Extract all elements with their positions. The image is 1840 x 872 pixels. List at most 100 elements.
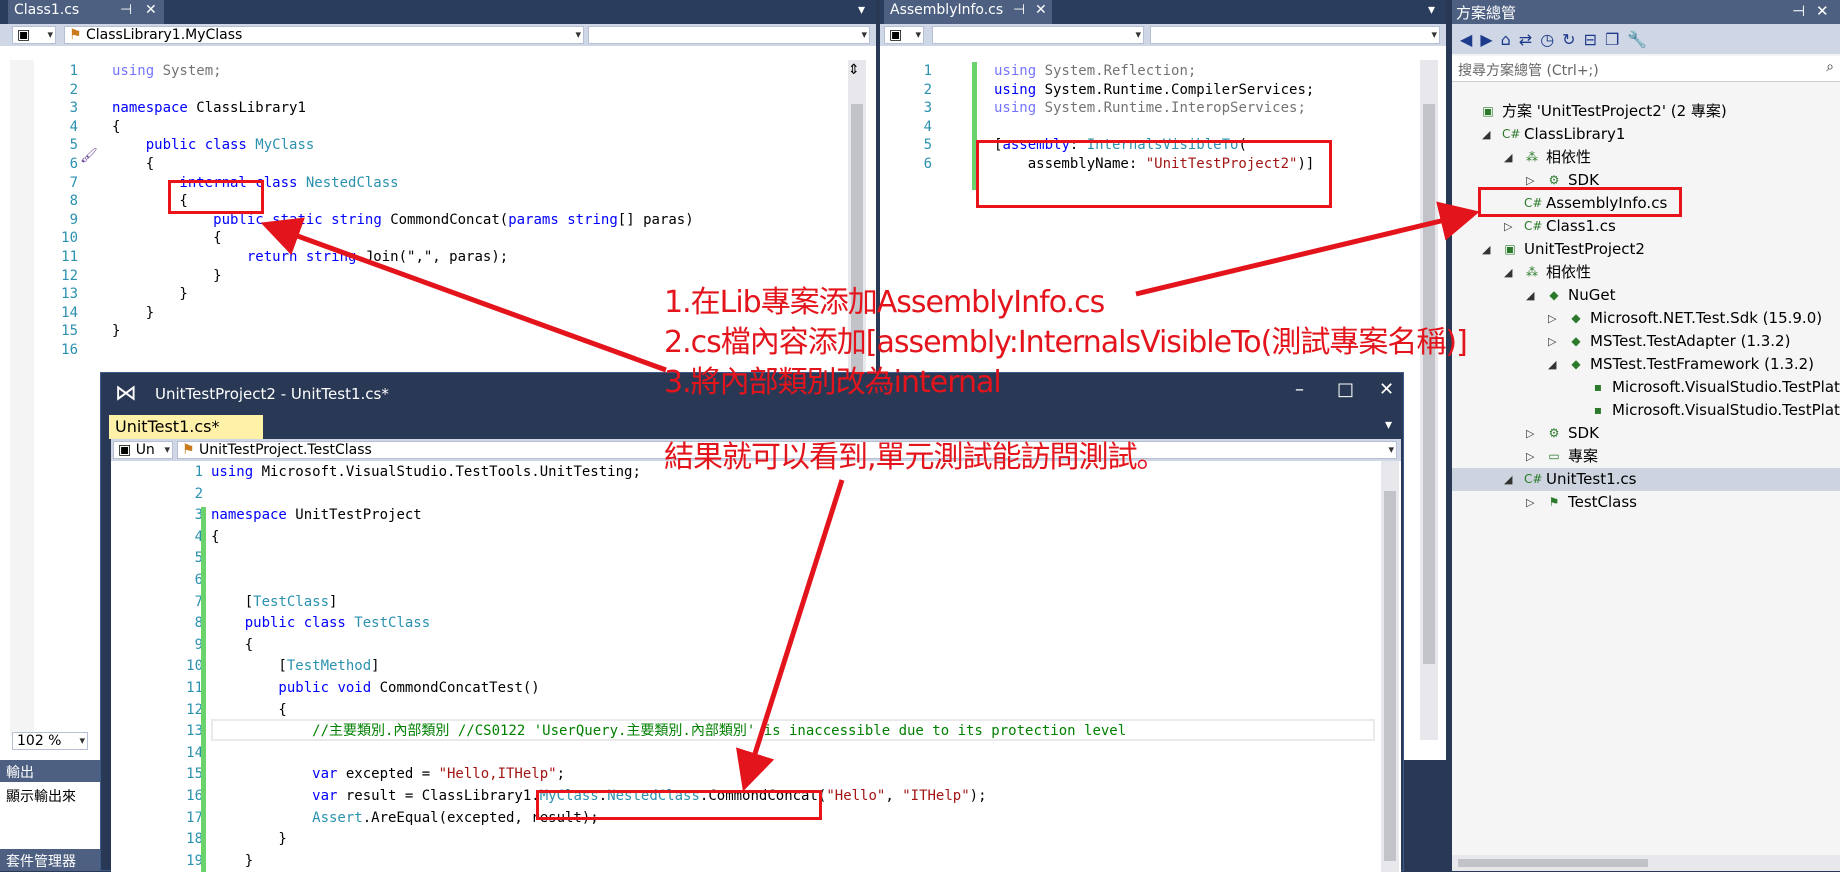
tree-item[interactable]: ◢ ▣ UnitTestProject2 — [1452, 238, 1840, 261]
close-icon[interactable]: ✕ — [1035, 2, 1047, 18]
project-combo[interactable]: ▣ — [884, 26, 924, 44]
tree-item[interactable]: ◢ C# UnitTest1.cs — [1452, 468, 1840, 491]
left-breakpoint-margin[interactable] — [10, 60, 34, 736]
tree-expander-icon[interactable]: ◢ — [1482, 123, 1490, 146]
member-combo[interactable] — [1150, 26, 1440, 44]
tree-item[interactable]: C# AssemblyInfo.cs — [1452, 192, 1840, 215]
tree-item[interactable]: ▷ ⚙ SDK — [1452, 169, 1840, 192]
close-icon[interactable]: ✕ — [1379, 379, 1394, 400]
float-vertical-scrollbar[interactable] — [1381, 461, 1399, 872]
code-line[interactable]: var result = ClassLibrary1.MyClass.Neste… — [211, 785, 986, 807]
code-line[interactable]: { — [211, 634, 253, 656]
code-line[interactable]: //主要類別.內部類別 //CS0122 'UserQuery.主要類別.內部類… — [211, 720, 1126, 742]
pin-icon[interactable]: ⊣ — [1013, 2, 1025, 18]
code-line[interactable]: { — [211, 526, 219, 548]
home-icon[interactable]: ⌂ — [1501, 30, 1519, 49]
code-line[interactable]: } — [112, 320, 120, 342]
search-icon[interactable]: ⌕ — [1826, 59, 1834, 75]
code-line[interactable]: public void CommondConcatTest() — [211, 677, 539, 699]
tab-assemblyinfo-cs[interactable]: AssemblyInfo.cs — [884, 0, 1052, 24]
package-manager-tab[interactable]: 套件管理器 — [0, 849, 100, 871]
pin-icon[interactable]: ⊣ — [1792, 2, 1805, 20]
line-number: 2 — [194, 485, 203, 502]
tree-item[interactable]: ▪ Microsoft.VisualStudio.TestPlatform — [1452, 399, 1840, 422]
history-icon[interactable]: ◷ — [1540, 30, 1562, 49]
tree-item[interactable]: ◢ C# ClassLibrary1 — [1452, 123, 1840, 146]
chevron-down-icon[interactable]: ▾ — [1385, 417, 1392, 433]
tree-item[interactable]: ▪ Microsoft.VisualStudio.TestPlatform — [1452, 376, 1840, 399]
code-line[interactable]: public class TestClass — [211, 612, 430, 634]
code-line[interactable]: using System.Runtime.InteropServices; — [994, 97, 1306, 119]
zoom-combo[interactable]: 102 % — [12, 732, 88, 750]
code-line[interactable]: using System; — [112, 60, 222, 82]
code-line[interactable]: { — [211, 699, 286, 721]
tree-expander-icon[interactable]: ◢ — [1504, 146, 1512, 169]
chevron-down-icon[interactable]: ▾ — [1428, 2, 1435, 18]
code-line[interactable]: Assert.AreEqual(excepted, result); — [211, 807, 599, 829]
tree-item[interactable]: ◢ ◆ NuGet — [1452, 284, 1840, 307]
mid-editor-tabbar: AssemblyInfo.cs ⊣ ✕ ▾ — [880, 0, 1446, 24]
tree-expander-icon[interactable]: ▷ — [1526, 422, 1534, 445]
tree-item[interactable]: ▷ ▭ 專案 — [1452, 445, 1840, 468]
tree-item[interactable]: ▷ ◆ Microsoft.NET.Test.Sdk (15.9.0) — [1452, 307, 1840, 330]
tree-expander-icon[interactable]: ◢ — [1504, 468, 1512, 491]
code-line[interactable]: namespace UnitTestProject — [211, 504, 422, 526]
refresh-icon[interactable]: ↻ — [1562, 30, 1583, 49]
code-line[interactable]: var excepted = "Hello,ITHelp"; — [211, 763, 565, 785]
code-line[interactable]: } — [211, 850, 253, 872]
tree-expander-icon[interactable]: ▷ — [1548, 330, 1556, 353]
tree-expander-icon[interactable]: ▷ — [1504, 215, 1512, 238]
code-line[interactable]: } — [211, 828, 286, 850]
copy-icon[interactable]: ❐ — [1605, 30, 1627, 49]
solution-explorer-search[interactable]: 搜尋方案總管 (Ctrl+;) ⌕ — [1452, 56, 1840, 82]
tree-expander-icon[interactable]: ◢ — [1526, 284, 1534, 307]
quick-action-brush-icon[interactable]: 🖌 — [80, 148, 98, 164]
tab-class1-cs[interactable]: Class1.cs — [8, 0, 164, 24]
code-token: class — [204, 137, 256, 154]
chevron-down-icon[interactable]: ▾ — [858, 2, 865, 18]
maximize-icon[interactable]: □ — [1337, 379, 1354, 400]
code-token: MyClass — [255, 137, 315, 154]
tree-expander-icon[interactable]: ▷ — [1548, 307, 1556, 330]
split-icon[interactable]: ⇕ — [848, 62, 860, 78]
back-icon[interactable]: ◀ — [1460, 30, 1480, 49]
tree-expander-icon[interactable]: ◢ — [1504, 261, 1512, 284]
sync-icon[interactable]: ⇄ — [1519, 30, 1540, 49]
member-combo[interactable] — [588, 26, 870, 44]
tree-item[interactable]: ▷ C# Class1.cs — [1452, 215, 1840, 238]
tree-expander-icon[interactable]: ▷ — [1526, 445, 1534, 468]
tree-expander-icon[interactable]: ▷ — [1526, 169, 1534, 192]
code-token: public — [112, 211, 273, 228]
tree-item[interactable]: ◢ ◆ MSTest.TestFramework (1.3.2) — [1452, 353, 1840, 376]
tree-item[interactable]: ◢ ⁂ 相依性 — [1452, 261, 1840, 284]
tree-item[interactable]: ◢ ⁂ 相依性 — [1452, 146, 1840, 169]
pin-icon[interactable]: ⊣ — [120, 2, 132, 18]
tree-item[interactable]: ▷ ◆ MSTest.TestAdapter (1.3.2) — [1452, 330, 1840, 353]
tree-item[interactable]: ▷ ⚑ TestClass — [1452, 491, 1840, 514]
close-icon[interactable]: ✕ — [1816, 2, 1829, 20]
code-line[interactable]: namespace ClassLibrary1 — [112, 97, 306, 119]
code-line[interactable]: [TestClass] — [211, 591, 338, 613]
project-combo[interactable]: ▣ — [12, 26, 56, 44]
minimize-icon[interactable]: – — [1295, 379, 1304, 400]
project-combo[interactable]: ▣ Un — [113, 441, 173, 459]
tree-expander-icon[interactable]: ▷ — [1526, 491, 1534, 514]
code-token: InternalsVisibleTo — [1086, 137, 1239, 154]
code-line[interactable]: assemblyName: "UnitTestProject2")] — [994, 153, 1315, 175]
type-combo[interactable] — [932, 26, 1144, 44]
tab-unittest1-cs[interactable]: UnitTest1.cs* — [109, 415, 263, 439]
tree-expander-icon[interactable]: ◢ — [1548, 353, 1556, 376]
close-icon[interactable]: ✕ — [145, 2, 157, 18]
forward-icon[interactable]: ▶ — [1480, 30, 1500, 49]
tree-item[interactable]: ▷ ⚙ SDK — [1452, 422, 1840, 445]
code-line[interactable]: using Microsoft.VisualStudio.TestTools.U… — [211, 461, 641, 483]
type-combo[interactable]: ⚑ ClassLibrary1.MyClass — [64, 26, 584, 44]
wrench-icon[interactable]: 🔧 — [1627, 30, 1655, 49]
tree-item[interactable]: ▣ 方案 'UnitTestProject2' (2 專案) — [1452, 100, 1840, 123]
se-horizontal-scrollbar[interactable] — [1452, 855, 1840, 871]
code-line[interactable]: [TestMethod] — [211, 655, 379, 677]
tree-expander-icon[interactable]: ◢ — [1482, 238, 1490, 261]
mid-vertical-scrollbar[interactable] — [1420, 60, 1438, 740]
collapse-icon[interactable]: ⊟ — [1584, 30, 1605, 49]
code-token: ] — [329, 593, 338, 610]
